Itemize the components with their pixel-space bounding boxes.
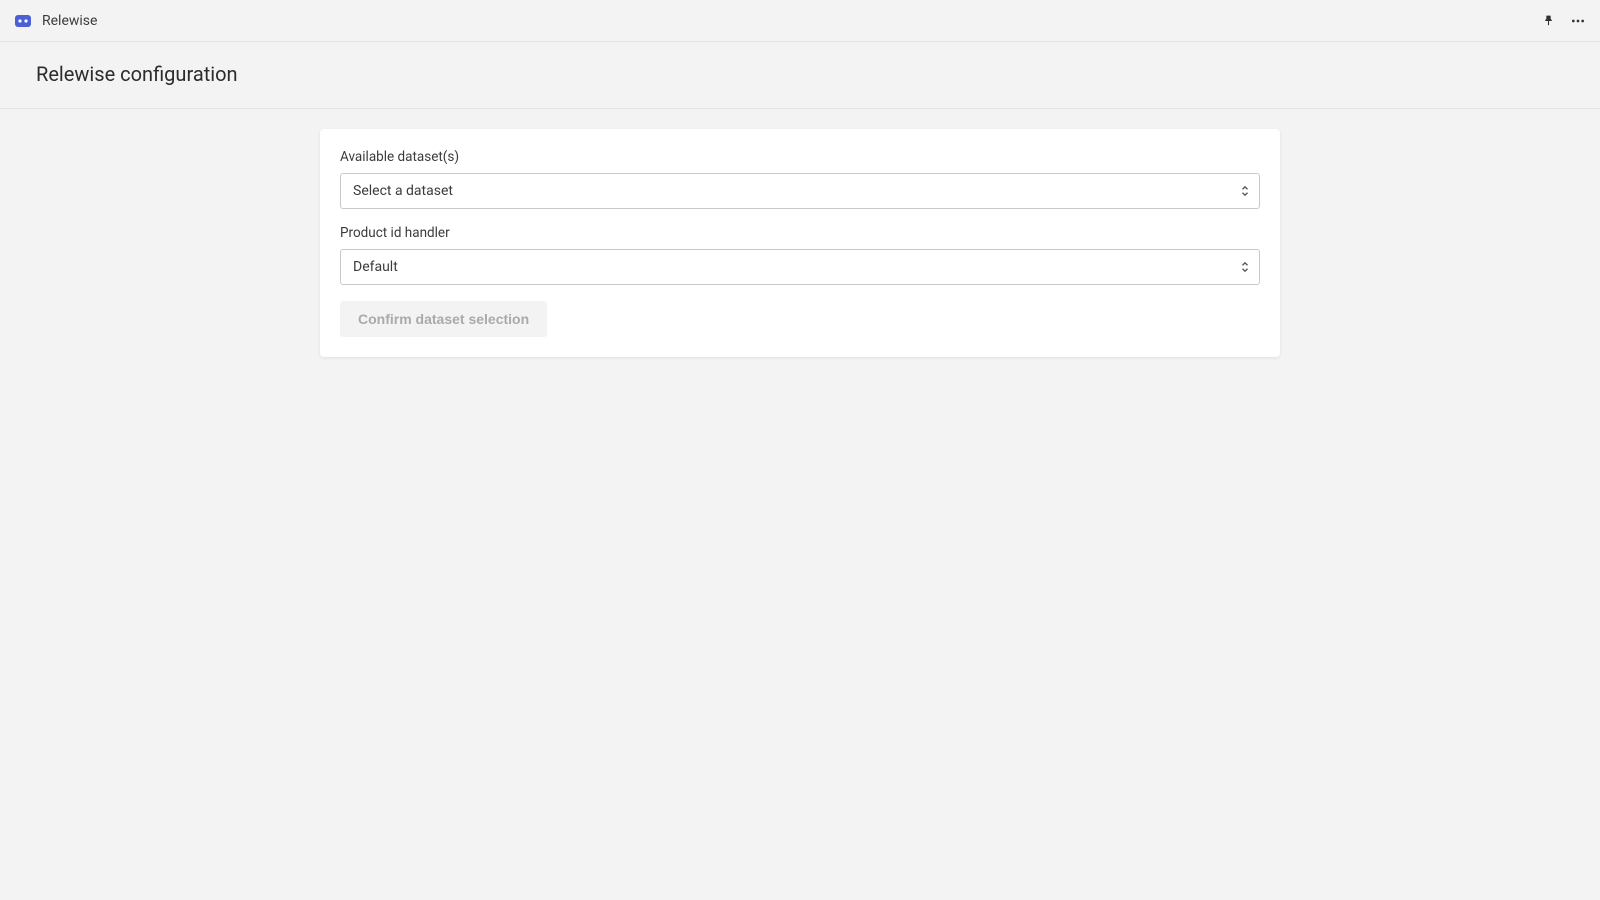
handler-select[interactable]: Default [340,249,1260,285]
dataset-select[interactable]: Select a dataset [340,173,1260,209]
relewise-logo-icon [14,12,32,30]
configuration-card: Available dataset(s) Select a dataset Pr… [320,129,1280,357]
pin-icon[interactable] [1540,13,1556,29]
handler-form-group: Product id handler Default [340,225,1260,285]
top-bar-left: Relewise [14,12,97,30]
handler-select-value: Default [353,259,398,275]
handler-select-wrapper: Default [340,249,1260,285]
more-options-icon[interactable] [1570,13,1586,29]
app-name-label: Relewise [42,13,97,29]
dataset-form-group: Available dataset(s) Select a dataset [340,149,1260,209]
top-bar-right [1540,13,1586,29]
confirm-dataset-button[interactable]: Confirm dataset selection [340,301,547,337]
content-area: Available dataset(s) Select a dataset Pr… [0,109,1600,377]
handler-label: Product id handler [340,225,1260,241]
page-title: Relewise configuration [36,62,1564,86]
dataset-select-value: Select a dataset [353,183,453,199]
top-bar: Relewise [0,0,1600,42]
page-header: Relewise configuration [0,42,1600,109]
dataset-label: Available dataset(s) [340,149,1260,165]
dataset-select-wrapper: Select a dataset [340,173,1260,209]
